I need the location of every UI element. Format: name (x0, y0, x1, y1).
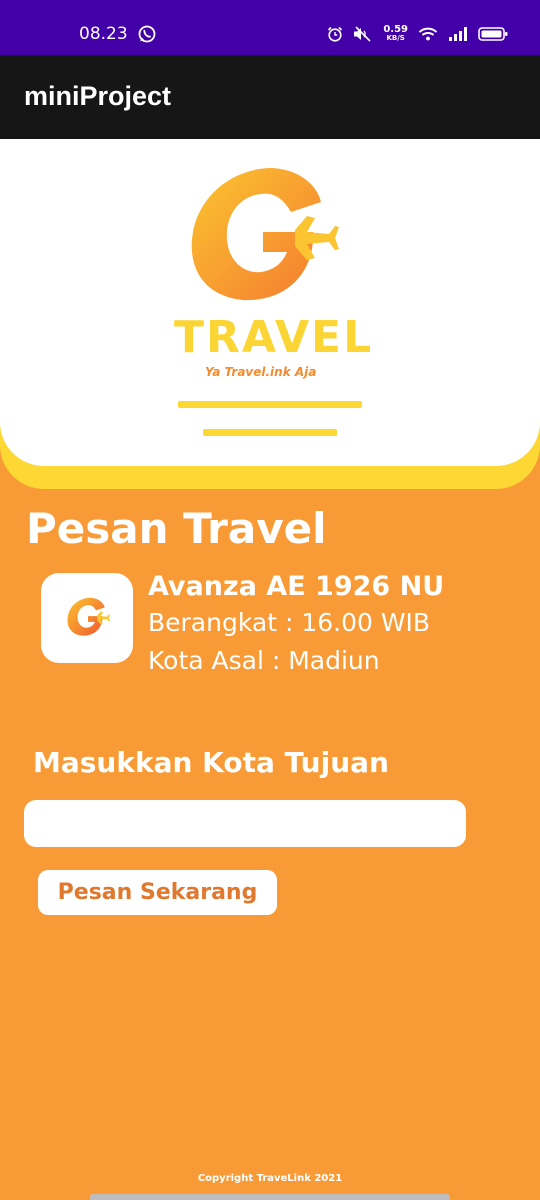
network-speed-unit: KB/S (386, 34, 405, 42)
logo-divider (178, 401, 362, 408)
signal-icon (448, 26, 468, 42)
whatsapp-icon (138, 25, 156, 43)
gesture-nav-handle[interactable] (90, 1194, 450, 1200)
origin-city: Kota Asal : Madiun (148, 646, 380, 675)
logo-word: TRAVEL (174, 312, 374, 363)
order-now-button[interactable]: Pesan Sekarang (38, 870, 277, 915)
vehicle-logo-box (41, 573, 133, 663)
departure-time: Berangkat : 16.00 WIB (148, 608, 431, 637)
network-speed: 0.59 KB/S (383, 25, 408, 43)
app-bar: miniProject (0, 55, 540, 139)
logo-tagline: Ya Travel.ink Aja (205, 365, 317, 379)
wifi-icon (418, 26, 438, 42)
status-time: 08.23 (79, 24, 128, 44)
copyright-text: Copyright TraveLink 2021 (197, 1173, 343, 1184)
logo-divider-short (203, 429, 337, 436)
vehicle-name: Avanza AE 1926 NU (148, 571, 445, 602)
status-bar: 08.23 0.59 KB/S (0, 0, 540, 55)
battery-icon (478, 26, 508, 42)
mute-icon (353, 26, 373, 42)
app-title: miniProject (24, 81, 172, 111)
travel-logo-icon (191, 168, 339, 301)
status-icons: 0.59 KB/S (327, 22, 508, 46)
vehicle-logo-icon (67, 597, 110, 636)
destination-input[interactable] (24, 800, 466, 847)
alarm-icon (327, 26, 343, 42)
destination-label: Masukkan Kota Tujuan (33, 746, 389, 779)
section-title: Pesan Travel (26, 504, 327, 553)
